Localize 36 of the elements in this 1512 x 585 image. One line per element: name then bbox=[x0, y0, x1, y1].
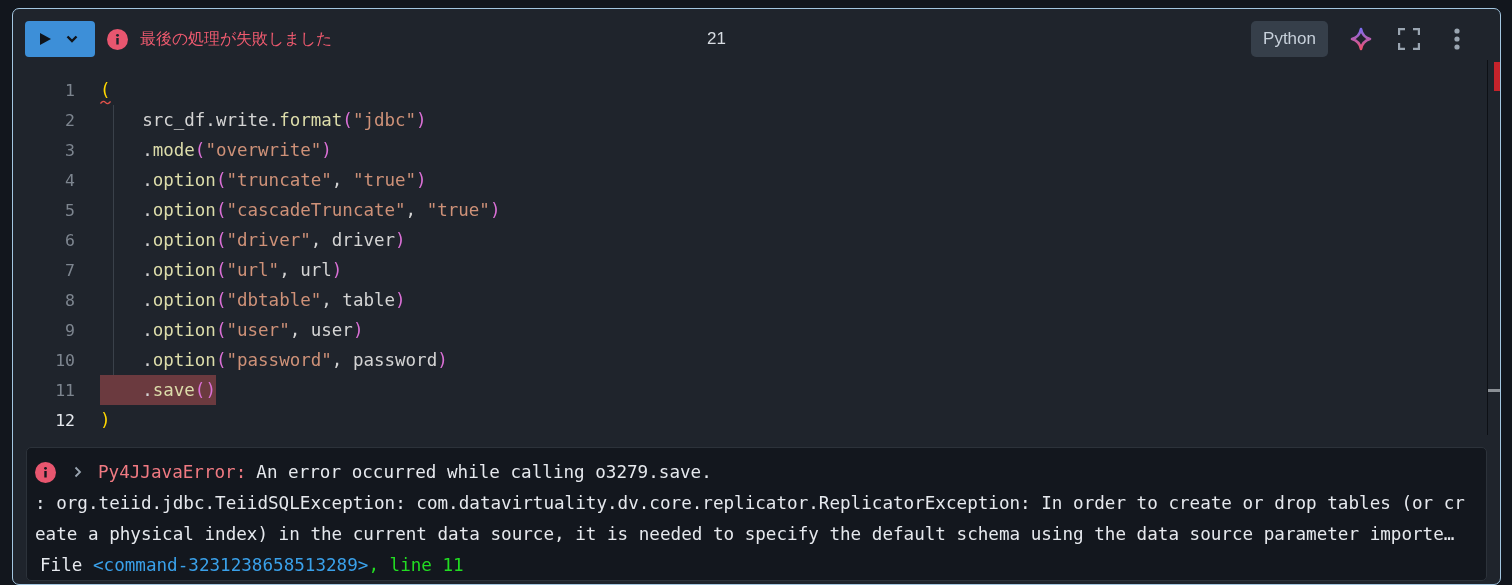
line-number: 12 bbox=[54, 410, 76, 430]
error-message: An error occurred while calling o3279.save. bbox=[256, 462, 712, 482]
chevron-down-icon bbox=[66, 35, 78, 43]
line-number: 10 bbox=[54, 350, 76, 370]
code-line: .option("cascadeTruncate", "true") bbox=[141, 199, 501, 222]
status-message: 最後の処理が失敗しました bbox=[140, 28, 332, 49]
overview-ruler[interactable] bbox=[1487, 60, 1500, 435]
execution-count: 21 bbox=[707, 29, 726, 48]
code-line: src_df.write.format("jdbc") bbox=[141, 109, 427, 132]
code-line: .option("truncate", "true") bbox=[141, 169, 427, 192]
line-number: 2 bbox=[64, 110, 76, 130]
line-number: 1 bbox=[64, 80, 76, 100]
line-number: 7 bbox=[64, 260, 76, 280]
code-line: .mode("overwrite") bbox=[141, 139, 332, 162]
error-detail: : org.teiid.jdbc.TeiidSQLException: com.datavirtuality.dv.core.replicator.ReplicatorException: In order to create or drop tables (or create a physical index) in the current data source, it is needed to specify the default schema using the data source parameter importe… bbox=[35, 492, 1465, 546]
code-line: ( bbox=[100, 79, 111, 102]
line-number: 4 bbox=[64, 170, 76, 190]
line-number: 8 bbox=[64, 290, 76, 310]
error-icon bbox=[107, 28, 128, 50]
line-number: 6 bbox=[64, 230, 76, 250]
code-line: .option("url", url) bbox=[141, 259, 343, 282]
traceback-line: File <command-3231238658513289>, line 11 bbox=[40, 554, 465, 577]
line-number: 5 bbox=[64, 200, 76, 220]
code-line: .option("driver", driver) bbox=[141, 229, 406, 252]
run-button[interactable] bbox=[25, 21, 95, 57]
error-icon bbox=[35, 461, 56, 483]
code-line: .option("password", password) bbox=[141, 349, 448, 372]
play-icon bbox=[39, 32, 52, 46]
error-name: Py4JJavaError: bbox=[98, 462, 247, 482]
line-number: 3 bbox=[64, 140, 76, 160]
line-number: 11 bbox=[54, 380, 76, 400]
code-line: ) bbox=[100, 409, 111, 432]
language-button[interactable]: Python bbox=[1251, 21, 1328, 57]
line-number: 9 bbox=[64, 320, 76, 340]
code-line: .option("user", user) bbox=[141, 319, 364, 342]
code-line: .option("dbtable", table) bbox=[141, 289, 406, 312]
